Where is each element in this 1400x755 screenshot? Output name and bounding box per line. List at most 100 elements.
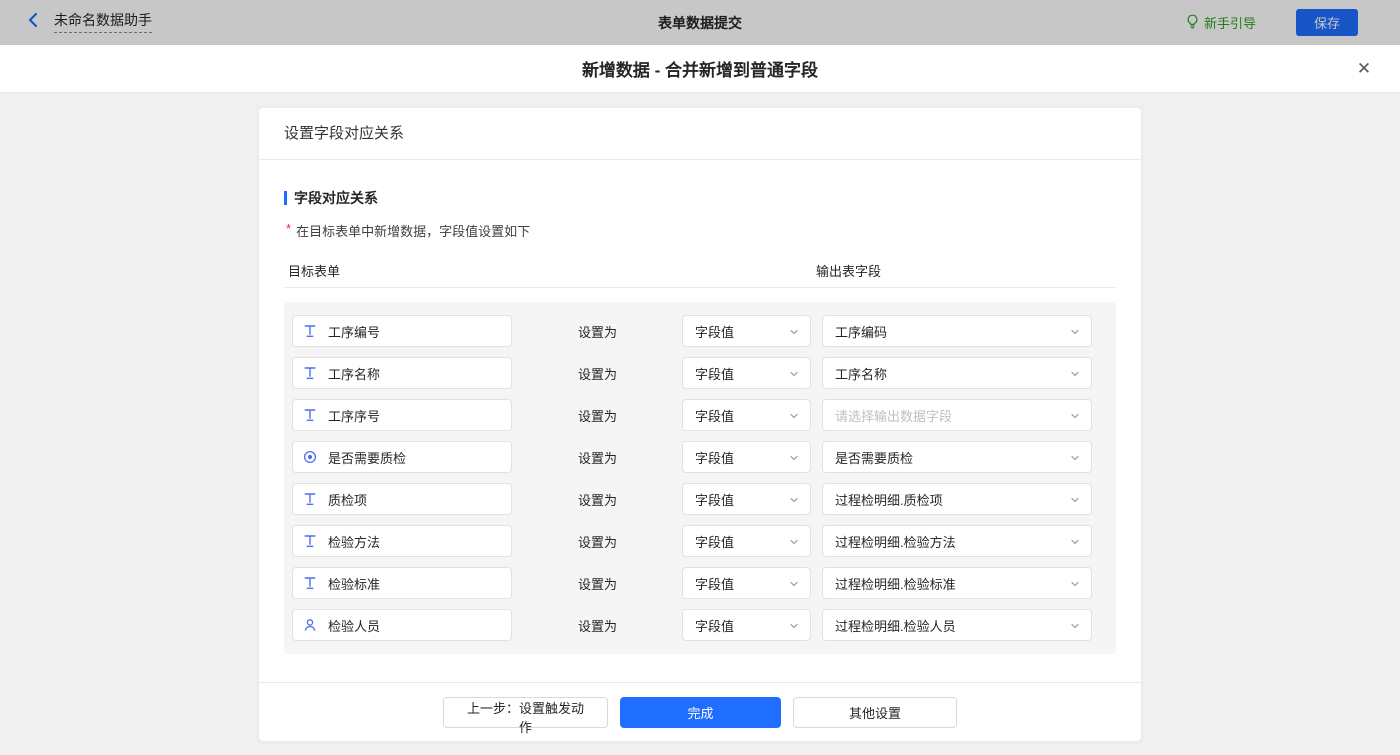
text-field-icon	[303, 324, 317, 338]
column-target-form: 目标表单	[288, 261, 340, 280]
required-asterisk: *	[286, 221, 291, 237]
chevron-down-icon	[789, 537, 799, 547]
target-field-box[interactable]: 工序序号	[292, 399, 512, 431]
target-field-box[interactable]: 检验人员	[292, 609, 512, 641]
target-field-box[interactable]: 检验方法	[292, 525, 512, 557]
header-divider	[284, 287, 1116, 288]
modal-title: 新增数据 - 合并新增到普通字段	[582, 56, 818, 81]
card-title: 设置字段对应关系	[259, 108, 1141, 160]
finish-button[interactable]: 完成	[620, 697, 781, 728]
other-settings-button[interactable]: 其他设置	[793, 697, 957, 728]
top-app-bar: 未命名数据助手 表单数据提交 新手引导 保存	[0, 0, 1400, 45]
value-mode-value: 字段值	[695, 574, 734, 593]
radio-field-icon	[303, 450, 317, 464]
section-title: 字段对应关系	[284, 188, 1116, 208]
output-field-select[interactable]: 过程检明细.检验标准	[822, 567, 1092, 599]
chevron-down-icon	[1070, 453, 1080, 463]
chevron-down-icon	[1070, 579, 1080, 589]
output-field-select[interactable]: 请选择输出数据字段	[822, 399, 1092, 431]
output-field-value: 请选择输出数据字段	[835, 406, 952, 425]
set-as-label: 设置为	[578, 532, 617, 551]
value-mode-select[interactable]: 字段值	[682, 357, 811, 389]
target-field-box[interactable]: 质检项	[292, 483, 512, 515]
output-field-value: 过程检明细.检验方法	[835, 532, 956, 551]
hint-text: 在目标表单中新增数据，字段值设置如下	[296, 221, 530, 240]
mapping-row: 工序编号 设置为 字段值 工序编码	[292, 315, 1108, 347]
target-field-label: 检验人员	[328, 616, 380, 635]
target-field-box[interactable]: 工序名称	[292, 357, 512, 389]
value-mode-select[interactable]: 字段值	[682, 315, 811, 347]
value-mode-value: 字段值	[695, 532, 734, 551]
target-field-label: 质检项	[328, 490, 367, 509]
target-field-label: 检验标准	[328, 574, 380, 593]
set-as-label: 设置为	[578, 406, 617, 425]
user-field-icon	[303, 618, 317, 632]
modal-header: 新增数据 - 合并新增到普通字段 ✕	[0, 45, 1400, 93]
output-field-select[interactable]: 过程检明细.检验人员	[822, 609, 1092, 641]
lightbulb-icon	[1186, 14, 1199, 32]
chevron-down-icon	[789, 411, 799, 421]
close-icon[interactable]: ✕	[1354, 59, 1374, 79]
set-as-label: 设置为	[578, 322, 617, 341]
column-headers: 目标表单 输出表字段	[284, 261, 1116, 278]
output-field-value: 工序编码	[835, 322, 887, 341]
text-field-icon	[303, 324, 317, 338]
text-field-icon	[303, 408, 317, 422]
set-as-label: 设置为	[578, 490, 617, 509]
output-field-select[interactable]: 过程检明细.质检项	[822, 483, 1092, 515]
chevron-down-icon	[1070, 327, 1080, 337]
target-field-box[interactable]: 是否需要质检	[292, 441, 512, 473]
text-field-icon	[303, 492, 317, 506]
chevron-down-icon	[789, 453, 799, 463]
value-mode-select[interactable]: 字段值	[682, 525, 811, 557]
chevron-down-icon	[789, 621, 799, 631]
value-mode-select[interactable]: 字段值	[682, 441, 811, 473]
set-as-label: 设置为	[578, 448, 617, 467]
set-as-label: 设置为	[578, 616, 617, 635]
value-mode-value: 字段值	[695, 490, 734, 509]
target-field-box[interactable]: 工序编号	[292, 315, 512, 347]
value-mode-value: 字段值	[695, 616, 734, 635]
text-field-icon	[303, 366, 317, 380]
output-field-value: 工序名称	[835, 364, 887, 383]
mapping-row: 检验标准 设置为 字段值 过程检明细.检验标准	[292, 567, 1108, 599]
chevron-down-icon	[789, 495, 799, 505]
output-field-value: 是否需要质检	[835, 448, 913, 467]
mapping-row: 工序名称 设置为 字段值 工序名称	[292, 357, 1108, 389]
card-footer: 上一步：设置触发动作 完成 其他设置	[259, 682, 1141, 741]
output-field-value: 过程检明细.检验标准	[835, 574, 956, 593]
set-as-label: 设置为	[578, 574, 617, 593]
output-field-value: 过程检明细.质检项	[835, 490, 943, 509]
value-mode-value: 字段值	[695, 406, 734, 425]
mapping-row: 检验方法 设置为 字段值 过程检明细.检验方法	[292, 525, 1108, 557]
set-as-label: 设置为	[578, 364, 617, 383]
field-mapping-card: 设置字段对应关系 字段对应关系 * 在目标表单中新增数据，字段值设置如下 目标表…	[259, 108, 1141, 741]
target-field-box[interactable]: 检验标准	[292, 567, 512, 599]
text-field-icon	[303, 408, 317, 422]
value-mode-select[interactable]: 字段值	[682, 399, 811, 431]
value-mode-select[interactable]: 字段值	[682, 483, 811, 515]
mapping-row: 工序序号 设置为 字段值 请选择输出数据字段	[292, 399, 1108, 431]
text-field-icon	[303, 576, 317, 590]
previous-step-button[interactable]: 上一步：设置触发动作	[443, 697, 608, 728]
beginner-guide-label: 新手引导	[1204, 13, 1256, 32]
column-output-fields: 输出表字段	[816, 261, 881, 280]
value-mode-select[interactable]: 字段值	[682, 567, 811, 599]
chevron-down-icon	[1070, 621, 1080, 631]
output-field-select[interactable]: 工序编码	[822, 315, 1092, 347]
output-field-select[interactable]: 过程检明细.检验方法	[822, 525, 1092, 557]
chevron-down-icon	[1070, 411, 1080, 421]
beginner-guide-link[interactable]: 新手引导	[1186, 13, 1256, 32]
chevron-down-icon	[1070, 369, 1080, 379]
text-field-icon	[303, 366, 317, 380]
target-field-label: 是否需要质检	[328, 448, 406, 467]
chevron-down-icon	[789, 579, 799, 589]
output-field-select[interactable]: 是否需要质检	[822, 441, 1092, 473]
save-button[interactable]: 保存	[1296, 9, 1358, 36]
value-mode-value: 字段值	[695, 448, 734, 467]
chevron-down-icon	[789, 369, 799, 379]
value-mode-select[interactable]: 字段值	[682, 609, 811, 641]
output-field-select[interactable]: 工序名称	[822, 357, 1092, 389]
text-field-icon	[303, 534, 317, 548]
section-title-label: 字段对应关系	[294, 188, 378, 208]
